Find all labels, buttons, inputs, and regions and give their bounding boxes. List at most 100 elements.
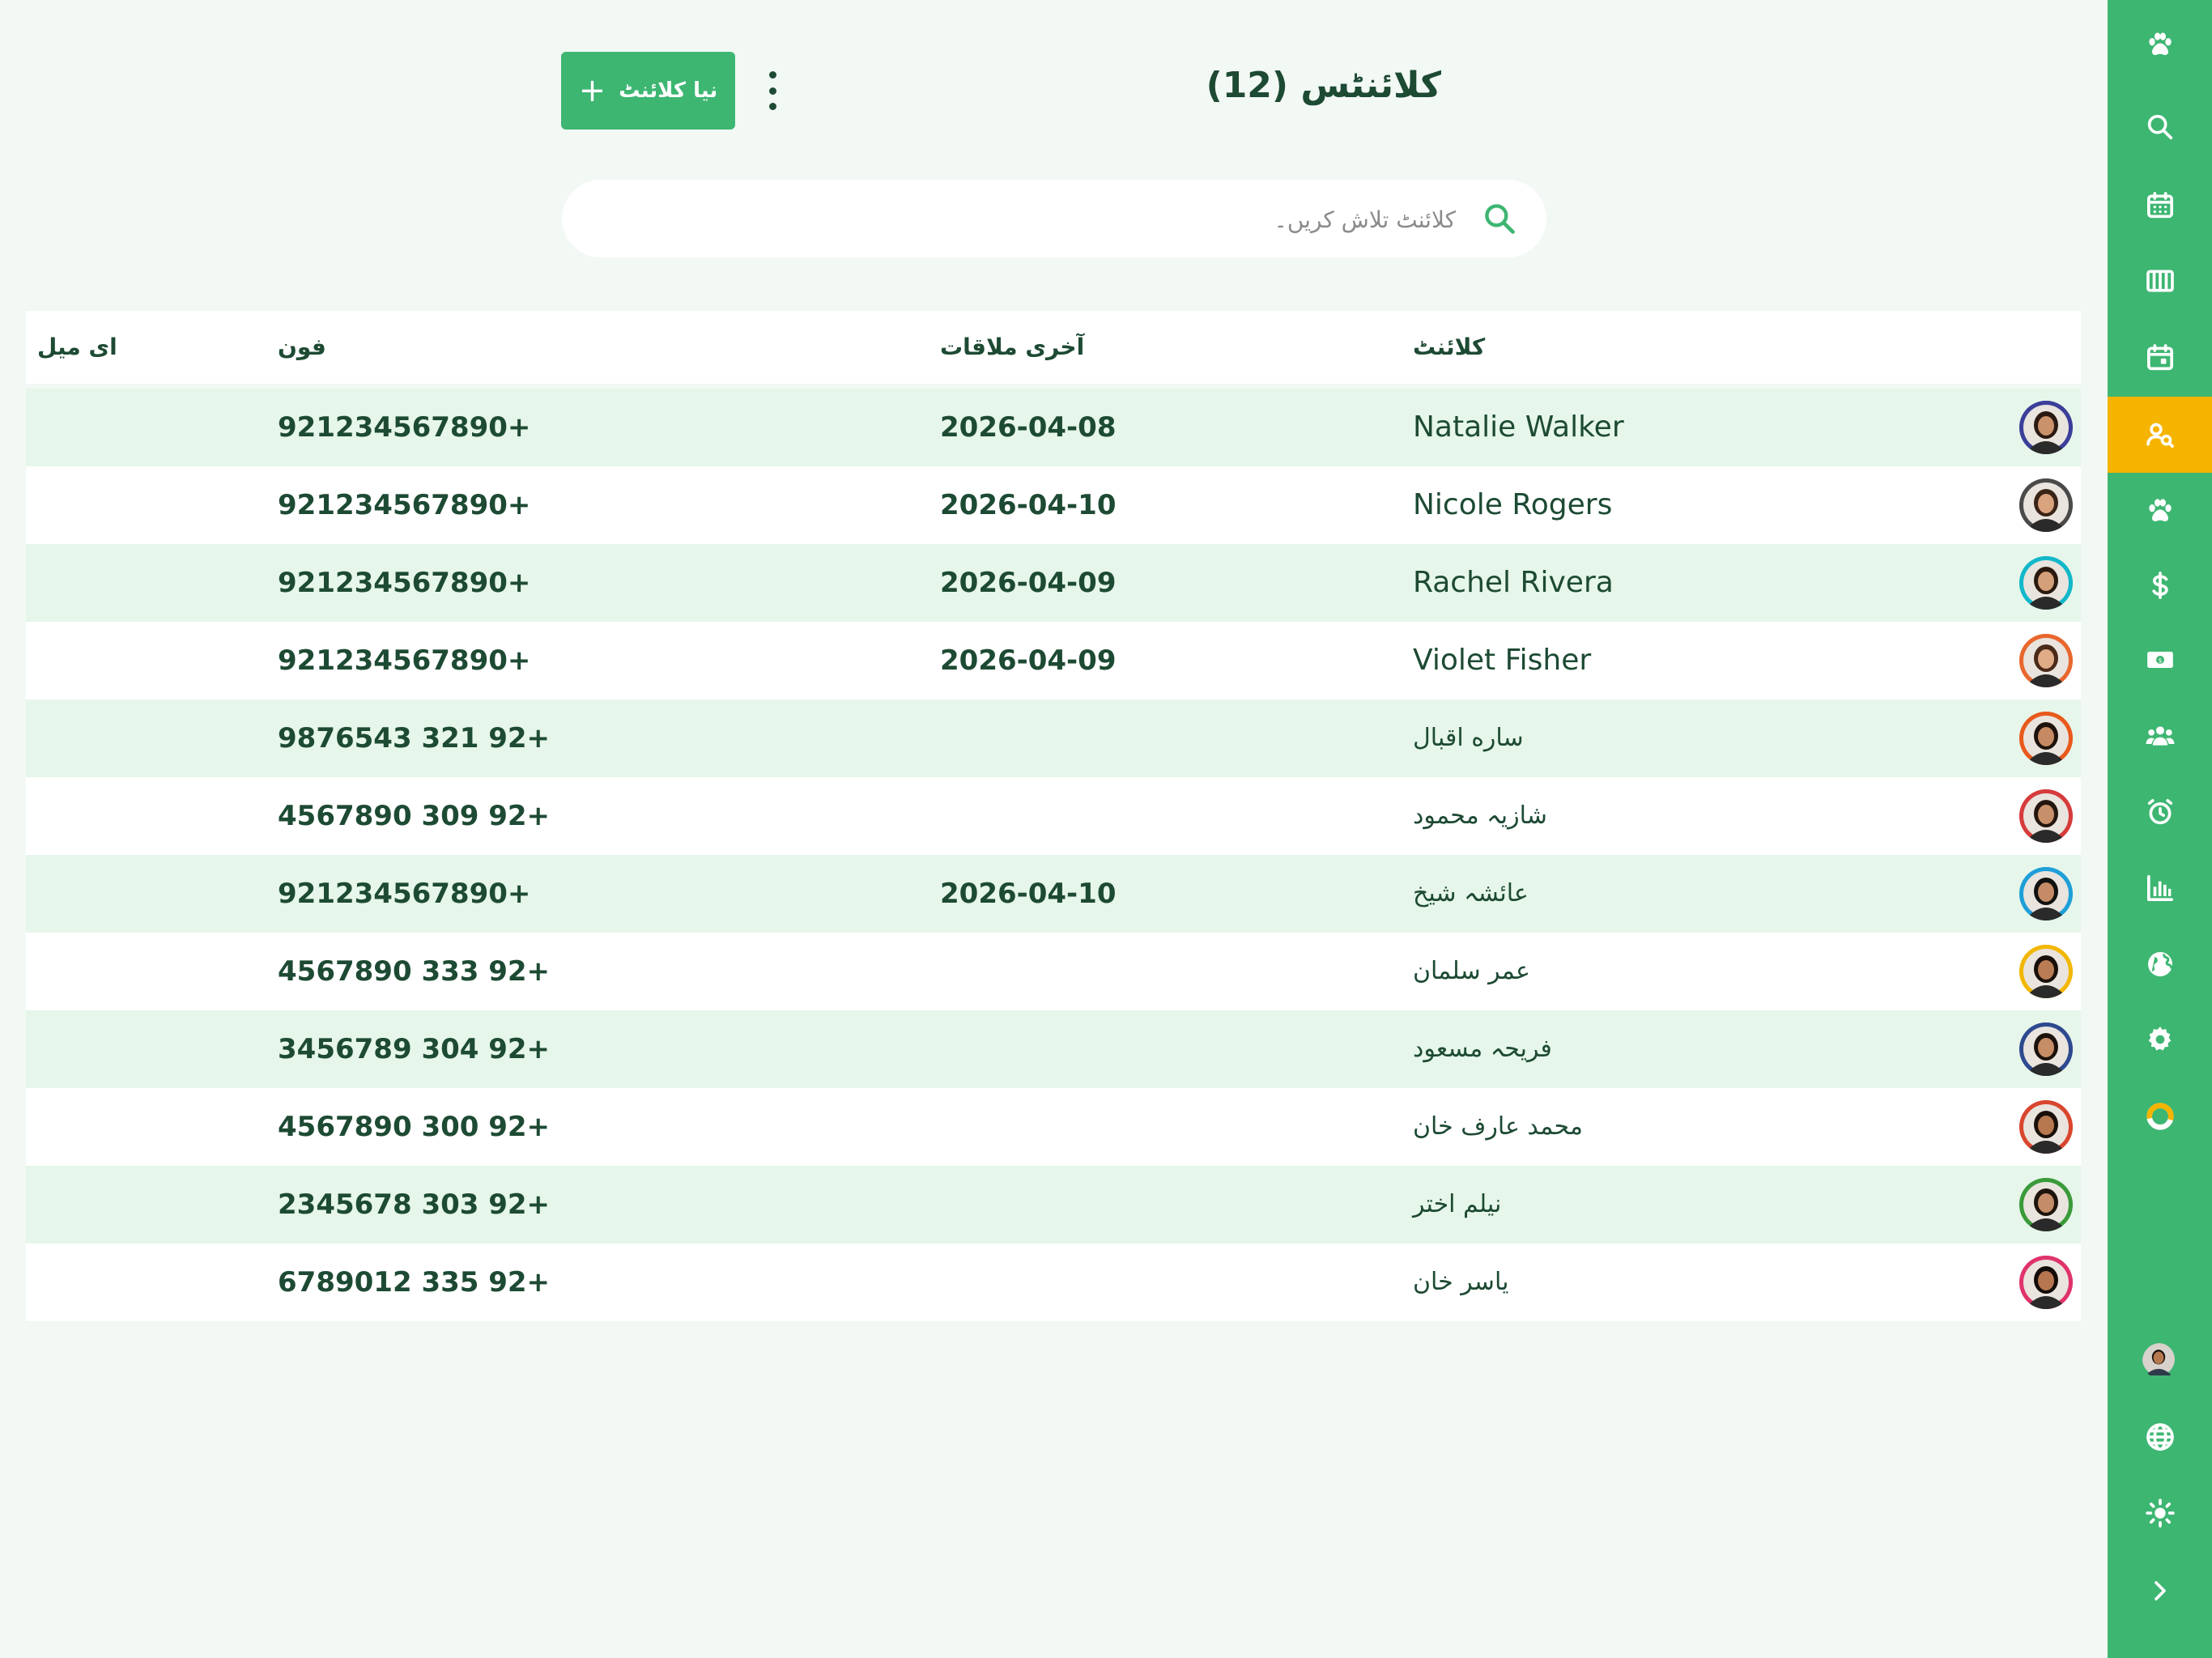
table-row[interactable]: عائشہ شیخ 2026-04-10 921234567890+ — [26, 855, 2081, 933]
client-avatar — [2019, 556, 2073, 610]
search-bar — [562, 180, 1546, 259]
table-row[interactable]: ساره اقبال 9876543 321 92+ — [26, 699, 2081, 777]
dollar-icon — [2144, 569, 2176, 602]
gear-icon — [2144, 1023, 2176, 1056]
table-row[interactable]: Violet Fisher 2026-04-09 921234567890+ — [26, 622, 2081, 699]
sidebar-item-calendar[interactable] — [2108, 168, 2212, 244]
client-avatar — [2019, 712, 2073, 765]
paw-icon — [2144, 28, 2176, 61]
sidebar-expand[interactable] — [2108, 1553, 2212, 1629]
client-name: عائشہ شیخ — [1413, 879, 1529, 908]
sidebar-item-payments[interactable]: $ — [2108, 622, 2212, 698]
table-header: کلائنٹ آخری ملاقات فون ای میل — [26, 311, 2081, 389]
client-phone: 2345678 303 92+ — [278, 1188, 551, 1221]
sidebar-item-search[interactable] — [2108, 89, 2212, 165]
last-appointment-date: 2026-04-10 — [940, 878, 1117, 910]
sidebar-item-sales[interactable] — [2108, 547, 2212, 623]
bar-chart-icon — [2144, 872, 2176, 904]
last-appointment-date: 2026-04-10 — [940, 489, 1117, 521]
chevron-right-icon — [2144, 1575, 2176, 1607]
client-phone: 921234567890+ — [278, 489, 531, 521]
table-row[interactable]: فریحہ مسعود 3456789 304 92+ — [26, 1010, 2081, 1088]
avatar — [2142, 1343, 2178, 1379]
table-body: Natalie Walker 2026-04-08 921234567890+ Nic… — [26, 389, 2081, 1321]
table-row[interactable]: محمد عارف خان 4567890 300 92+ — [26, 1088, 2081, 1166]
client-avatar — [2019, 789, 2073, 843]
client-phone: 921234567890+ — [278, 644, 531, 677]
globe-icon — [2144, 1421, 2176, 1453]
sidebar-item-home[interactable] — [2108, 6, 2212, 83]
client-phone: 4567890 333 92+ — [278, 955, 551, 988]
more-options-button[interactable] — [763, 71, 782, 110]
last-appointment-date: 2026-04-08 — [940, 411, 1117, 444]
client-name: Rachel Rivera — [1413, 566, 1614, 599]
client-name: Nicole Rogers — [1413, 488, 1613, 521]
sidebar-item-online[interactable] — [2108, 926, 2212, 1002]
table-row[interactable]: Nicole Rogers 2026-04-10 921234567890+ — [26, 466, 2081, 544]
sidebar-item-reports[interactable] — [2108, 850, 2212, 926]
client-name: عمر سلمان — [1413, 957, 1530, 985]
client-avatar — [2019, 945, 2073, 998]
client-name: نیلم اختر — [1413, 1190, 1502, 1218]
new-client-label: نیا کلائنٹ — [619, 79, 718, 103]
alarm-icon — [2144, 796, 2176, 828]
search-icon[interactable] — [1482, 201, 1517, 236]
svg-text:$: $ — [2158, 657, 2162, 664]
client-name: Natalie Walker — [1413, 410, 1624, 444]
client-phone: 4567890 309 92+ — [278, 800, 551, 832]
search-input[interactable] — [612, 180, 1457, 259]
column-header-last-appointment[interactable]: آخری ملاقات — [940, 334, 1084, 360]
column-header-client[interactable]: کلائنٹ — [1413, 334, 1485, 360]
sidebar-item-settings[interactable] — [2108, 1001, 2212, 1078]
page-title: کلائنٹس (12) — [1206, 65, 1441, 106]
last-appointment-date: 2026-04-09 — [940, 567, 1117, 599]
client-avatar — [2019, 634, 2073, 687]
column-header-email[interactable]: ای میل — [37, 334, 117, 360]
client-avatar — [2019, 867, 2073, 920]
sidebar-language[interactable] — [2108, 1399, 2212, 1475]
search-icon — [2144, 111, 2176, 143]
column-header-phone[interactable]: فون — [278, 334, 326, 360]
table-row[interactable]: عمر سلمان 4567890 333 92+ — [26, 933, 2081, 1010]
globe-icon — [2144, 948, 2176, 980]
table-row[interactable]: نیلم اختر 2345678 303 92+ — [26, 1166, 2081, 1244]
client-name: ساره اقبال — [1413, 724, 1524, 752]
table-row[interactable]: یاسر خان 6789012 335 92+ — [26, 1244, 2081, 1321]
sidebar-item-appointments[interactable] — [2108, 320, 2212, 396]
table-row[interactable]: شازیہ محمود 4567890 309 92+ — [26, 777, 2081, 855]
sidebar-item-staff[interactable] — [2108, 698, 2212, 774]
kebab-dot — [768, 87, 776, 95]
table-row[interactable]: Natalie Walker 2026-04-08 921234567890+ — [26, 389, 2081, 466]
sidebar-profile-avatar[interactable] — [2108, 1323, 2212, 1399]
plus-icon: + — [578, 72, 606, 109]
client-phone: 6789012 335 92+ — [278, 1266, 551, 1299]
sidebar: $ — [2108, 0, 2212, 1658]
client-name: محمد عارف خان — [1413, 1112, 1583, 1141]
client-avatar — [2019, 1100, 2073, 1154]
sidebar-theme-toggle[interactable] — [2108, 1475, 2212, 1551]
sidebar-item-reminders[interactable] — [2108, 774, 2212, 850]
client-avatar — [2019, 1022, 2073, 1076]
sidebar-item-setup-progress[interactable] — [2108, 1078, 2212, 1154]
clients-table: کلائنٹ آخری ملاقات فون ای میل Natalie Wa… — [26, 311, 2081, 1321]
table-row[interactable]: Rachel Rivera 2026-04-09 921234567890+ — [26, 544, 2081, 622]
calendar-day-icon — [2144, 342, 2176, 374]
client-phone: 921234567890+ — [278, 878, 531, 910]
calendar-grid-icon — [2144, 189, 2176, 222]
sidebar-item-clients[interactable] — [2108, 397, 2212, 473]
client-phone: 921234567890+ — [278, 567, 531, 599]
sun-icon — [2144, 1497, 2176, 1529]
cash-icon: $ — [2144, 644, 2176, 676]
columns-icon — [2144, 265, 2176, 297]
users-icon — [2144, 720, 2176, 752]
user-search-icon — [2144, 419, 2176, 451]
kebab-dot — [768, 71, 776, 79]
client-phone: 4567890 300 92+ — [278, 1111, 551, 1143]
sidebar-item-board[interactable] — [2108, 243, 2212, 319]
client-name: شازیہ محمود — [1413, 801, 1547, 830]
client-name: یاسر خان — [1413, 1268, 1509, 1296]
sidebar-item-pets[interactable] — [2108, 473, 2212, 549]
progress-ring-icon — [2144, 1100, 2176, 1133]
last-appointment-date: 2026-04-09 — [940, 644, 1117, 677]
new-client-button[interactable]: نیا کلائنٹ + — [561, 52, 735, 130]
